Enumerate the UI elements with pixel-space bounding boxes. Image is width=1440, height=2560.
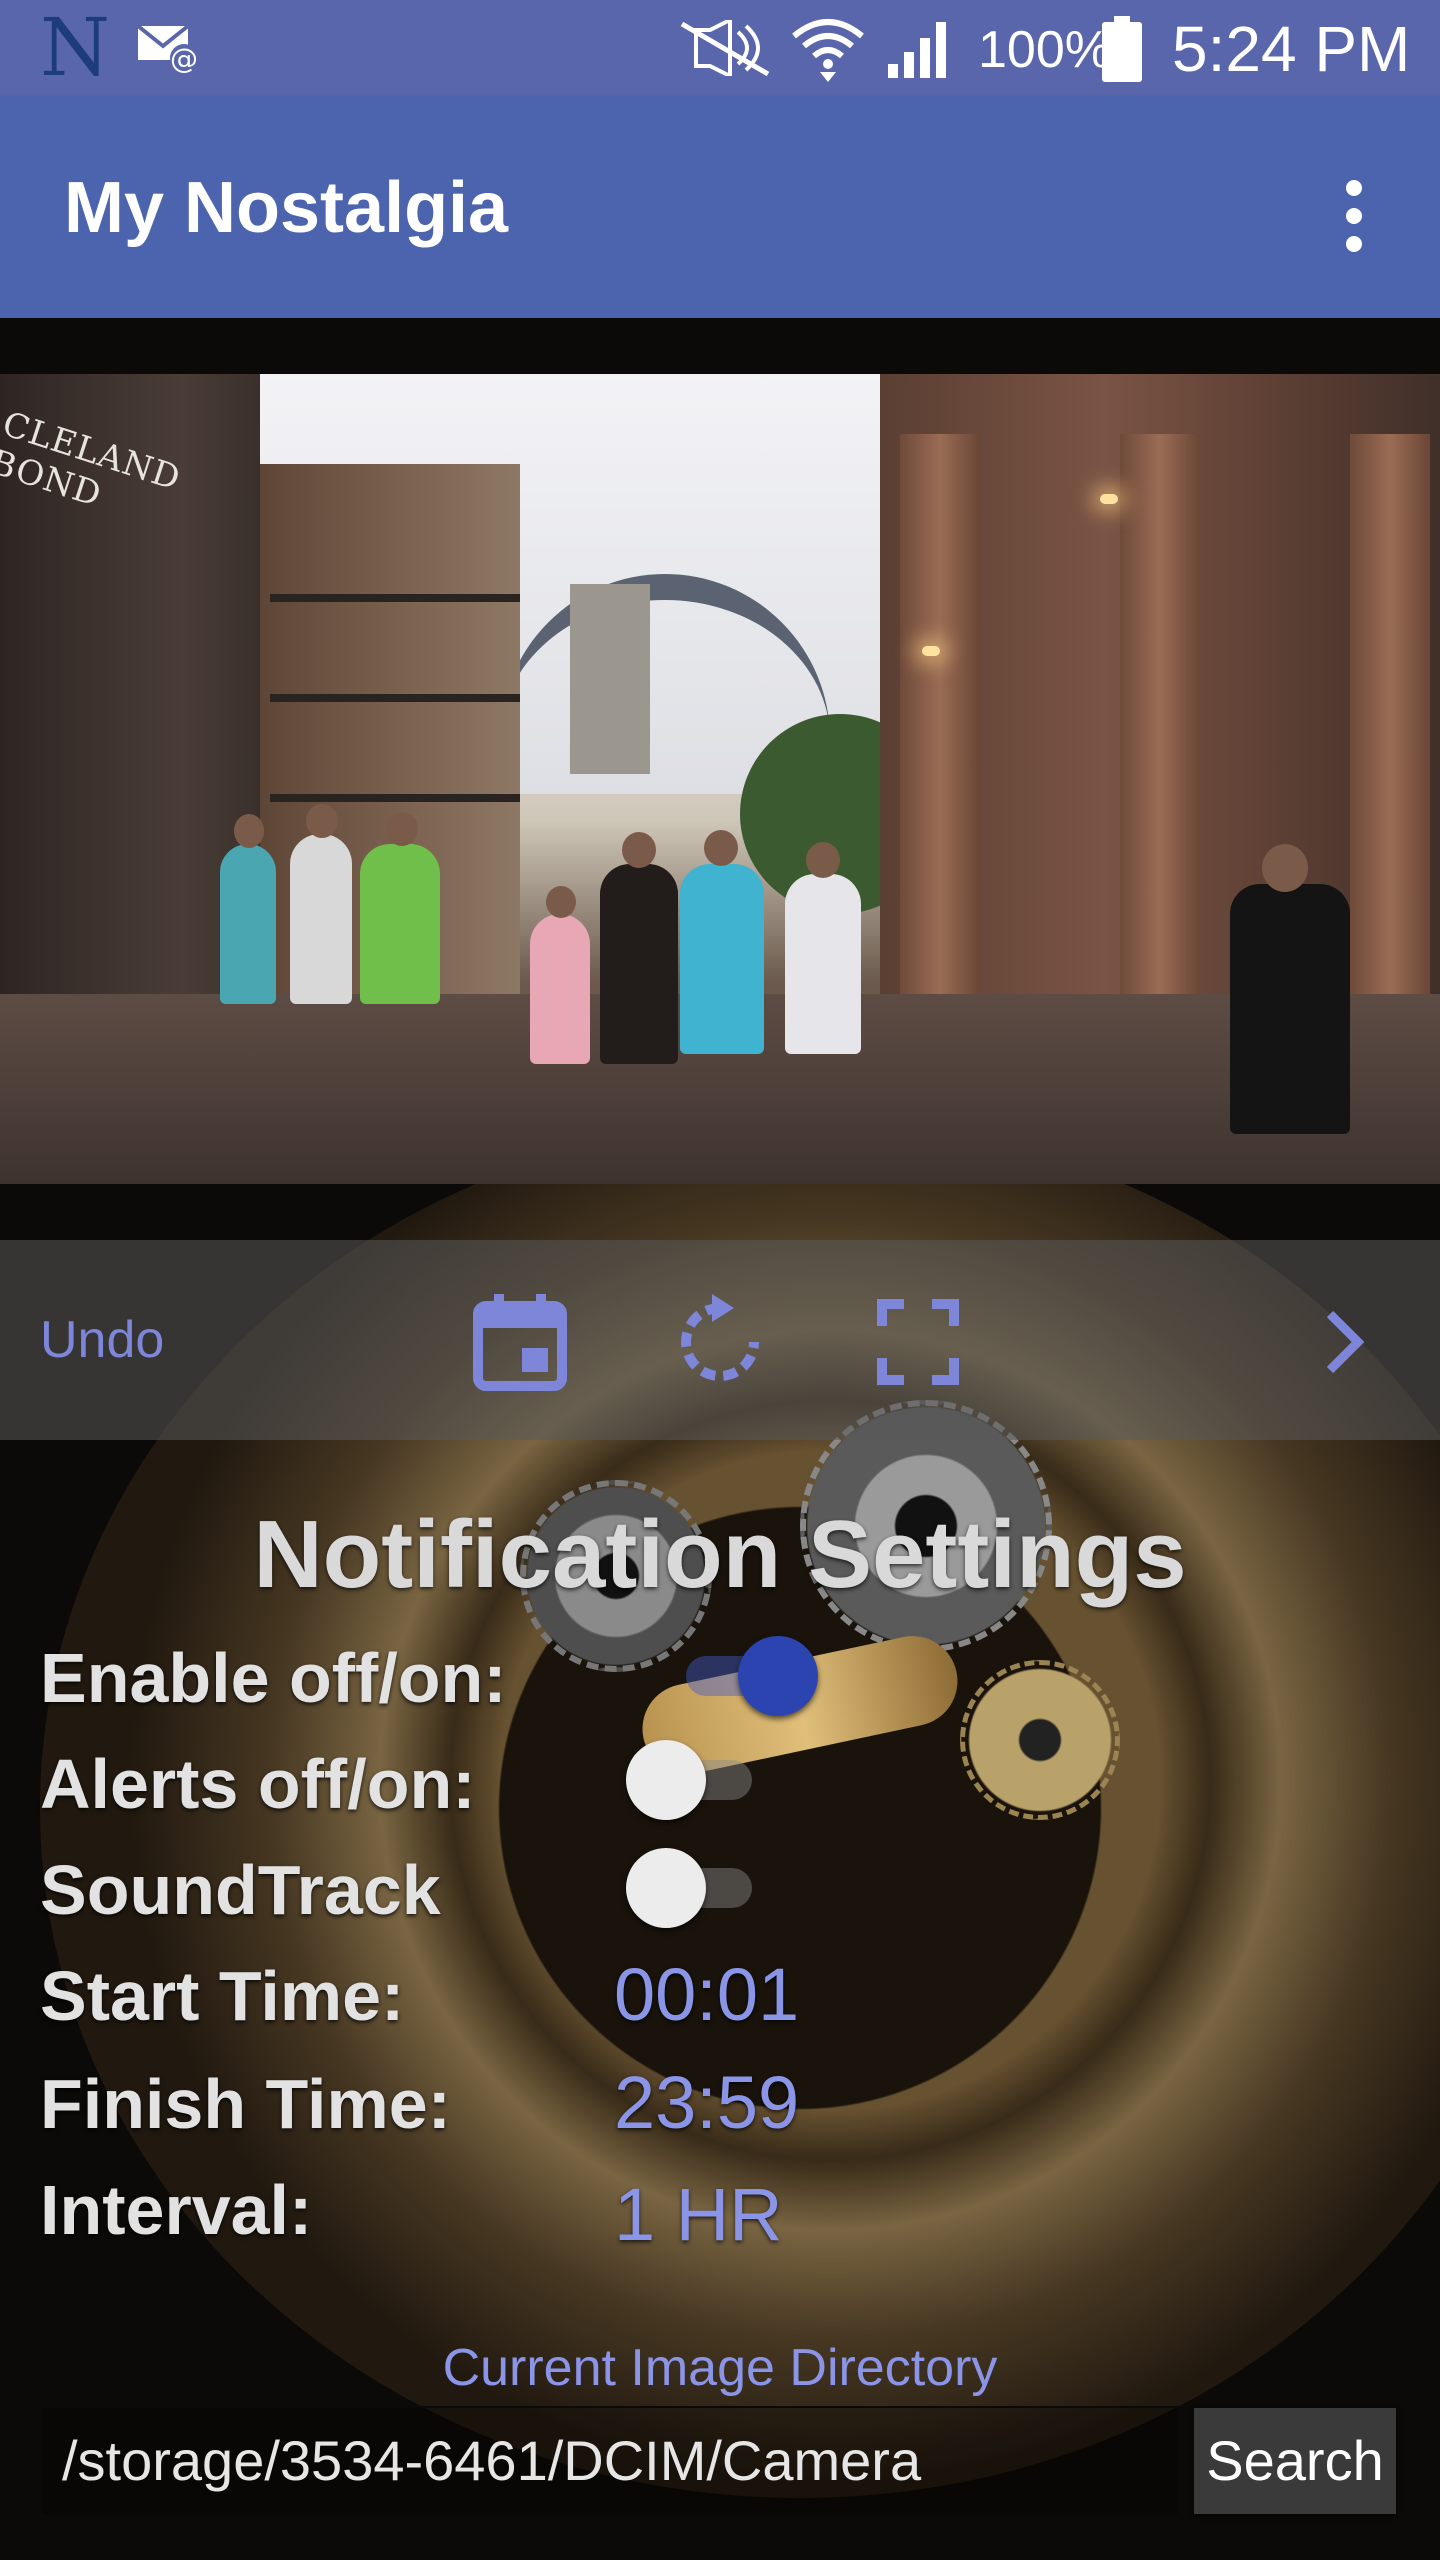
mail-at-icon: @ [136, 24, 198, 74]
chevron-right-icon[interactable] [1316, 1292, 1376, 1392]
app-title: My Nostalgia [64, 168, 509, 248]
wifi-icon [792, 19, 864, 82]
alerts-switch[interactable] [626, 1738, 766, 1820]
photo-building [880, 374, 1440, 1094]
notification-settings-title: Notification Settings [253, 1501, 1187, 1608]
photo-toolbar: Undo [0, 1240, 1440, 1440]
soundtrack-label: SoundTrack [40, 1851, 441, 1929]
soundtrack-switch[interactable] [626, 1846, 766, 1928]
enable-switch[interactable] [672, 1634, 818, 1716]
calendar-icon[interactable] [470, 1292, 570, 1392]
svg-text:@: @ [170, 42, 198, 74]
clock: 5:24 PM [1172, 13, 1411, 85]
undo-button[interactable]: Undo [40, 1308, 164, 1372]
fullscreen-icon[interactable] [876, 1292, 960, 1392]
finish-time-label: Finish Time: [40, 2065, 451, 2143]
mute-icon [680, 20, 770, 76]
n-app-icon: N [40, 1, 110, 94]
nostalgia-photo[interactable]: CLELAND BOND [0, 374, 1440, 1184]
interval-label: Interval: [40, 2171, 313, 2249]
search-button[interactable]: Search [1194, 2408, 1396, 2514]
image-directory-label: Current Image Directory [442, 2339, 998, 2397]
battery-percent: 100% [978, 21, 1111, 79]
start-time-value[interactable]: 00:01 [614, 1952, 799, 2038]
rotate-icon[interactable] [672, 1292, 768, 1392]
interval-value[interactable]: 1 HR [614, 2172, 783, 2258]
enable-label: Enable off/on: [40, 1639, 507, 1717]
battery-icon [1102, 16, 1142, 82]
more-vert-icon[interactable] [1316, 166, 1388, 266]
photo-pylon [570, 584, 650, 774]
signal-icon [888, 22, 946, 78]
app-bar: My Nostalgia [0, 96, 1440, 318]
photo-sign: CLELAND BOND [0, 404, 186, 516]
status-bar: N @ 100% 5:24 PM [0, 0, 1440, 96]
gear [960, 1660, 1120, 1820]
finish-time-value[interactable]: 23:59 [614, 2060, 799, 2146]
start-time-label: Start Time: [40, 1957, 405, 2035]
alerts-label: Alerts off/on: [40, 1745, 476, 1823]
image-directory-field[interactable]: /storage/3534-6461/DCIM/Camera [40, 2406, 1180, 2516]
